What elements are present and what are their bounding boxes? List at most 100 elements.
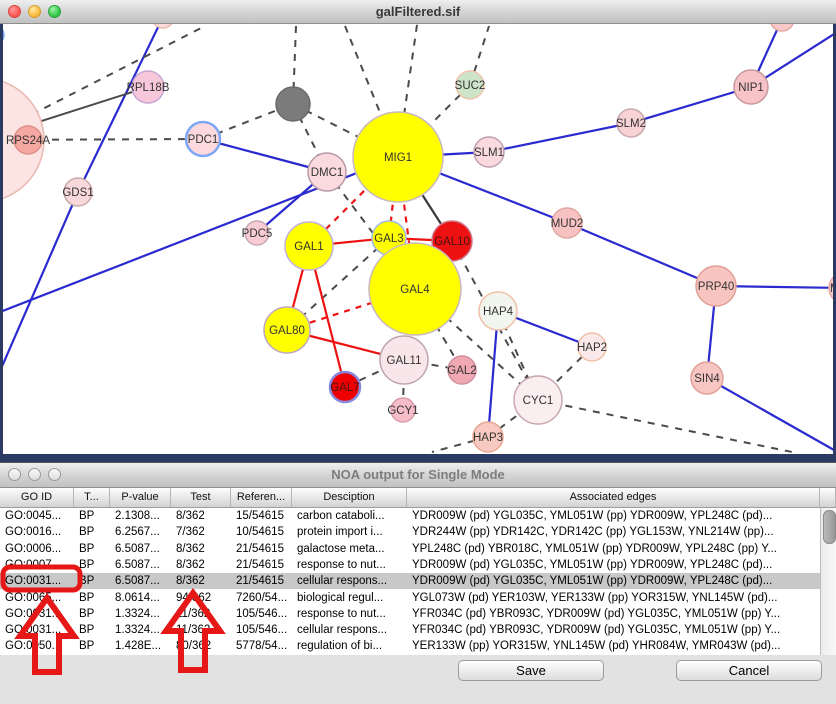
- table-cell: 21/54615: [231, 573, 292, 589]
- table-cell: 6.5087...: [110, 541, 171, 557]
- table-row[interactable]: GO:0016...BP6.2567...7/36210/54615protei…: [0, 524, 820, 540]
- table-row[interactable]: GO:0065...BP8.0614...94/3627260/54...bio…: [0, 590, 820, 606]
- table-row[interactable]: GO:0031...BP1.3324...11/362105/546...res…: [0, 606, 820, 622]
- network-edge[interactable]: [78, 24, 163, 192]
- table-cell: YFR034C (pd) YBR093C, YDR009W (pd) YGL03…: [407, 622, 820, 638]
- noa-window-titlebar[interactable]: NOA output for Single Mode: [0, 463, 836, 488]
- table-cell: 8/362: [171, 508, 231, 524]
- table-cell: 1.428E...: [110, 638, 171, 654]
- network-window-title: galFiltered.sif: [0, 4, 836, 19]
- noa-window: NOA output for Single Mode GO IDT...P-va…: [0, 462, 836, 704]
- column-header[interactable]: Desciption: [292, 488, 407, 507]
- node-label: NIP1: [738, 82, 764, 94]
- table-cell: GO:0031...: [0, 622, 74, 638]
- network-node[interactable]: [276, 87, 310, 121]
- table-cell: 7260/54...: [231, 590, 292, 606]
- table-row[interactable]: GO:0007...BP6.5087...8/36221/54615respon…: [0, 557, 820, 573]
- node-label: SLM2: [616, 118, 646, 130]
- table-cell: 21/54615: [231, 541, 292, 557]
- node-label: GAL2: [447, 365, 476, 377]
- column-header[interactable]: P-value: [110, 488, 171, 507]
- network-edge[interactable]: [707, 378, 833, 450]
- table-cell: 105/546...: [231, 622, 292, 638]
- scrollbar-thumb[interactable]: [823, 510, 836, 544]
- node-label: PRP40: [698, 281, 734, 293]
- node-label: GCY1: [387, 405, 418, 417]
- node-label: CYC1: [523, 395, 554, 407]
- table-cell: 2.1308...: [110, 508, 171, 524]
- table-cell: protein import i...: [292, 524, 407, 540]
- cancel-button[interactable]: Cancel: [676, 660, 822, 681]
- node-label: MIG1: [384, 152, 412, 164]
- network-edge[interactable]: [631, 87, 751, 123]
- column-header[interactable]: Referen...: [231, 488, 292, 507]
- node-label: HAP4: [483, 306, 514, 318]
- screen: galFiltered.sif MSL5RPL18BRPS24AGDS1PDC1…: [0, 0, 836, 704]
- node-label: RPL18B: [127, 82, 170, 94]
- table-cell: cellular respons...: [292, 573, 407, 589]
- table-row[interactable]: GO:0050...BP1.428E...80/3625778/54...reg…: [0, 638, 820, 654]
- network-edge[interactable]: [3, 192, 78, 371]
- network-canvas[interactable]: MSL5RPL18BRPS24AGDS1PDC1PDC5DMC1MIG1SUC2…: [3, 24, 833, 454]
- table-cell: 94/362: [171, 590, 231, 606]
- table-cell: GO:0031...: [0, 573, 74, 589]
- save-button[interactable]: Save: [458, 660, 604, 681]
- noa-window-title: NOA output for Single Mode: [0, 467, 836, 482]
- node-label: GAL4: [400, 284, 430, 296]
- table-cell: response to nut...: [292, 606, 407, 622]
- table-cell: BP: [74, 541, 110, 557]
- column-header[interactable]: [820, 488, 836, 507]
- table-cell: 6.5087...: [110, 573, 171, 589]
- column-header[interactable]: Associated edges: [407, 488, 820, 507]
- table-cell: GO:0065...: [0, 590, 74, 606]
- table-cell: BP: [74, 573, 110, 589]
- table-row[interactable]: GO:0031...BP6.5087...8/36221/54615cellul…: [0, 573, 820, 589]
- table-cell: YFR034C (pd) YBR093C, YDR009W (pd) YGL03…: [407, 606, 820, 622]
- table-row[interactable]: GO:0031...BP1.3324...11/362105/546...cel…: [0, 622, 820, 638]
- table-cell: 10/54615: [231, 524, 292, 540]
- table-cell: 11/362: [171, 622, 231, 638]
- network-window-titlebar[interactable]: galFiltered.sif: [0, 0, 836, 24]
- column-header[interactable]: GO ID: [0, 488, 74, 507]
- table-row[interactable]: GO:0045...BP2.1308...8/36215/54615carbon…: [0, 508, 820, 524]
- node-label: DMC1: [311, 167, 344, 179]
- network-node[interactable]: [3, 26, 4, 44]
- table-row[interactable]: GO:0006...BP6.5087...8/36221/54615galact…: [0, 541, 820, 557]
- table-cell: 7/362: [171, 524, 231, 540]
- table-cell: BP: [74, 606, 110, 622]
- network-node[interactable]: [152, 24, 174, 28]
- table-header: GO IDT...P-valueTestReferen...Desciption…: [0, 488, 836, 508]
- table-cell: cellular respons...: [292, 622, 407, 638]
- results-table[interactable]: GO:0045...BP2.1308...8/36215/54615carbon…: [0, 508, 820, 655]
- table-cell: 21/54615: [231, 557, 292, 573]
- node-label: GAL7: [330, 382, 359, 394]
- column-header[interactable]: Test: [171, 488, 231, 507]
- table-cell: 6.5087...: [110, 557, 171, 573]
- network-node[interactable]: [770, 24, 794, 31]
- table-scrollbar[interactable]: [820, 508, 836, 655]
- table-cell: 8/362: [171, 541, 231, 557]
- network-edge[interactable]: [538, 400, 792, 452]
- node-label: MUD2: [551, 218, 584, 230]
- table-cell: BP: [74, 557, 110, 573]
- column-header[interactable]: T...: [74, 488, 110, 507]
- table-cell: 15/54615: [231, 508, 292, 524]
- table-cell: YPL248C (pd) YBR018C, YML051W (pp) YDR00…: [407, 541, 820, 557]
- node-label: GDS1: [62, 187, 93, 199]
- network-edge[interactable]: [489, 123, 631, 152]
- table-cell: GO:0016...: [0, 524, 74, 540]
- table-cell: YDR009W (pd) YGL035C, YML051W (pp) YDR00…: [407, 508, 820, 524]
- node-label: HAP3: [473, 432, 503, 444]
- network-edge[interactable]: [567, 223, 716, 286]
- node-label: SLM1: [474, 147, 504, 159]
- table-cell: 8/362: [171, 573, 231, 589]
- table-cell: GO:0006...: [0, 541, 74, 557]
- table-cell: BP: [74, 508, 110, 524]
- node-label: SUC2: [455, 80, 486, 92]
- table-cell: BP: [74, 590, 110, 606]
- table-cell: 105/546...: [231, 606, 292, 622]
- node-label: HAP2: [577, 342, 607, 354]
- node-label: MSL5: [830, 283, 833, 295]
- table-cell: GO:0031...: [0, 606, 74, 622]
- table-cell: YDR009W (pd) YGL035C, YML051W (pp) YDR00…: [407, 573, 820, 589]
